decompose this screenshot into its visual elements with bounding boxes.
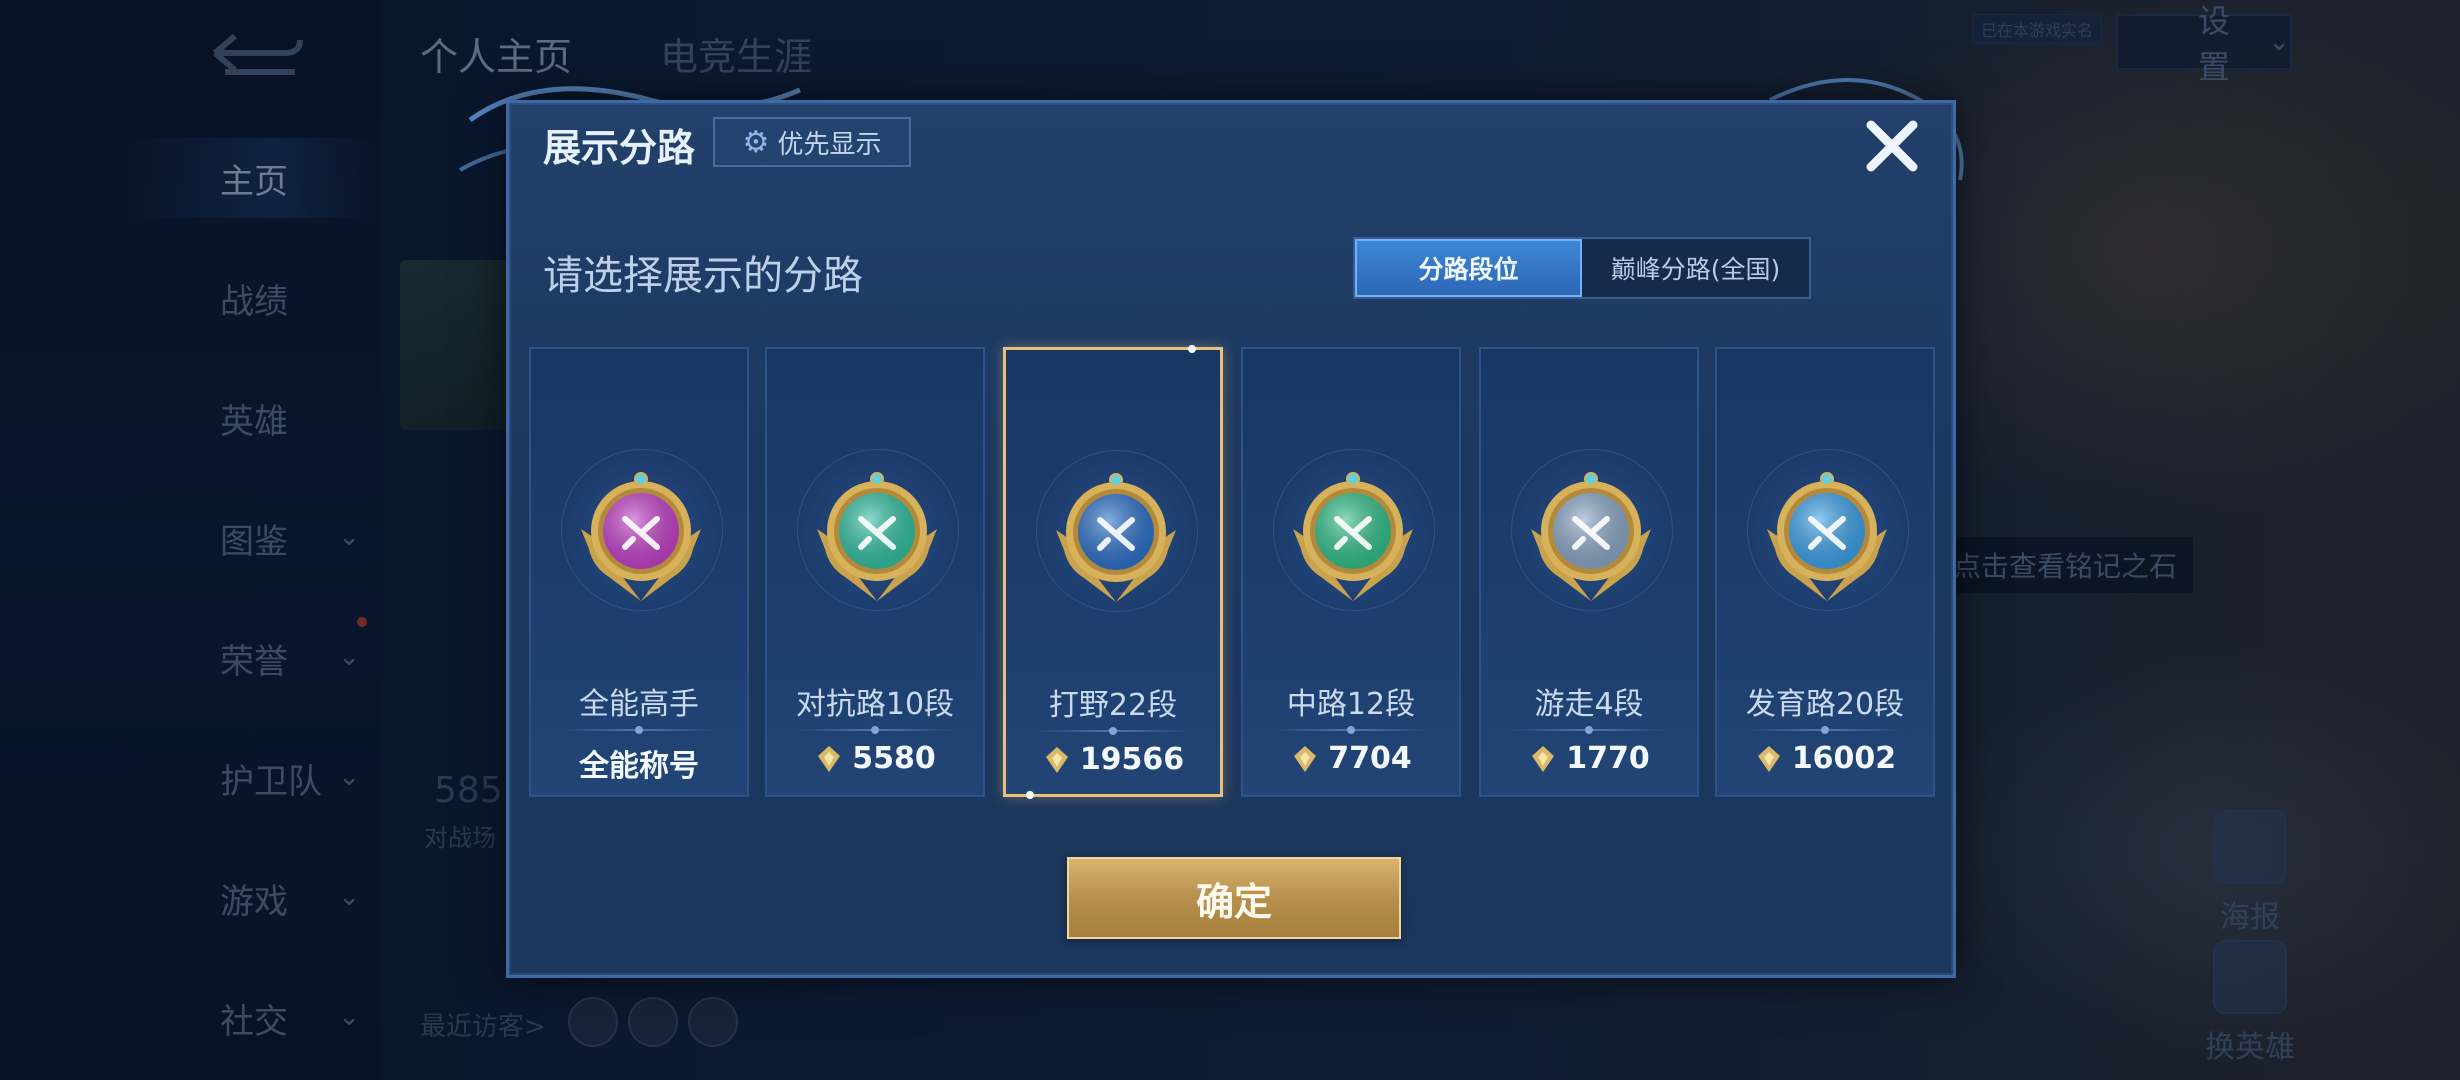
all-round-emblem-icon [581, 472, 701, 601]
lane-card[interactable]: 游走4段 1770 [1479, 347, 1699, 797]
toggle-peak-lane[interactable]: 巅峰分路(全国) [1582, 239, 1809, 297]
lane-score-value: 全能称号 [579, 749, 699, 784]
clash-lane-emblem-icon [817, 472, 937, 601]
card-divider [1747, 726, 1903, 734]
lane-score: 16002 [1717, 741, 1933, 776]
rank-points-icon [1757, 745, 1780, 772]
card-divider [1273, 726, 1429, 734]
gear-icon: ⚙ [742, 124, 770, 160]
close-icon[interactable] [1857, 111, 1927, 181]
priority-display-button[interactable]: ⚙ 优先显示 [713, 117, 911, 167]
lane-display-dialog: 展示分路 ⚙ 优先显示 请选择展示的分路 分路段位 巅峰分路(全国) 全能高手全… [506, 100, 1956, 978]
lane-score: 19566 [1006, 742, 1220, 777]
lane-name: 全能高手 [579, 687, 699, 722]
lane-score: 1770 [1481, 741, 1697, 776]
lane-card[interactable]: 发育路20段 16002 [1715, 347, 1935, 797]
lane-score: 7704 [1243, 741, 1459, 776]
selection-corner-dot [1188, 345, 1196, 353]
lane-score-value: 5580 [852, 741, 936, 776]
lane-card[interactable]: 打野22段 19566 [1003, 345, 1223, 799]
rank-points-icon [818, 745, 841, 772]
rank-points-icon [1294, 745, 1317, 772]
lane-card[interactable]: 中路12段 7704 [1241, 347, 1461, 797]
lane-name: 打野22段 [1048, 688, 1178, 723]
jungle-emblem-icon [1056, 473, 1176, 602]
lane-score-value: 7704 [1328, 741, 1412, 776]
lane-name: 中路12段 [1286, 687, 1416, 722]
selection-corner-dot [1026, 791, 1034, 799]
lane-score-value: 19566 [1079, 742, 1185, 777]
rank-points-icon [1532, 745, 1555, 772]
dialog-title: 展示分路 [543, 126, 696, 170]
card-divider [797, 726, 953, 734]
lane-score-value: 16002 [1791, 741, 1897, 776]
toggle-lane-rank[interactable]: 分路段位 [1355, 239, 1582, 297]
lane-score: 5580 [767, 741, 983, 776]
priority-display-label: 优先显示 [777, 129, 882, 160]
card-divider [561, 726, 717, 734]
lane-name: 对抗路10段 [795, 687, 955, 722]
lane-score-value: 1770 [1566, 741, 1650, 776]
lane-card[interactable]: 全能高手 全能称号 [529, 347, 749, 797]
view-toggle: 分路段位 巅峰分路(全国) [1353, 237, 1811, 299]
lane-name: 游走4段 [1534, 687, 1644, 722]
rank-points-icon [1045, 746, 1068, 773]
farm-lane-emblem-icon [1767, 472, 1887, 601]
card-divider [1036, 727, 1190, 735]
card-divider [1511, 726, 1667, 734]
confirm-button[interactable]: 确定 [1067, 857, 1401, 939]
mid-lane-emblem-icon [1293, 472, 1413, 601]
lane-score: 全能称号 [531, 741, 747, 785]
roam-emblem-icon [1531, 472, 1651, 601]
lane-card[interactable]: 对抗路10段 5580 [765, 347, 985, 797]
dialog-subtitle: 请选择展示的分路 [543, 253, 863, 299]
lane-name: 发育路20段 [1745, 687, 1905, 722]
